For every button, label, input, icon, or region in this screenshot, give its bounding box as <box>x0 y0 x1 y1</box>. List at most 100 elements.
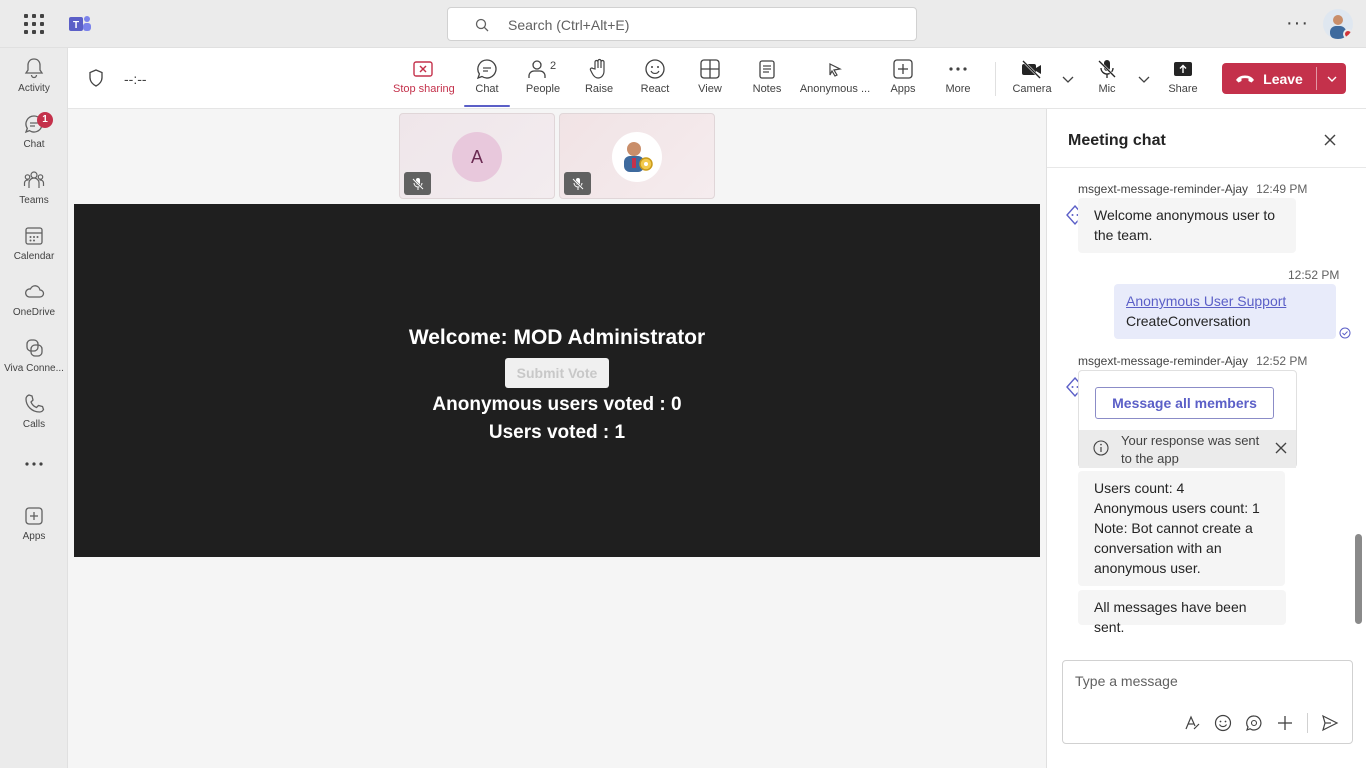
more-button[interactable]: More <box>942 58 974 104</box>
compose-actions <box>1183 713 1339 733</box>
rail-item-teams[interactable]: Teams <box>0 168 68 220</box>
rail-item-chat[interactable]: 1 Chat <box>0 112 68 164</box>
anonymous-count-text: Anonymous users count: 1 <box>1094 500 1260 516</box>
rail-item-viva[interactable]: Viva Conne... <box>0 336 68 388</box>
chat-scrollbar[interactable] <box>1355 534 1362 624</box>
calendar-icon <box>25 227 43 245</box>
toolbar-divider <box>995 62 996 96</box>
rail-item-activity[interactable]: Activity <box>0 56 68 108</box>
rail-item-onedrive[interactable]: OneDrive <box>0 280 68 332</box>
title-bar: T Search (Ctrl+Alt+E) ··· <box>0 0 1366 48</box>
mic-off-icon <box>1098 60 1116 78</box>
leave-button[interactable]: Leave <box>1222 63 1346 94</box>
cloud-icon <box>25 285 45 298</box>
shield-icon[interactable] <box>88 69 104 87</box>
svg-text:T: T <box>73 20 79 31</box>
close-icon[interactable] <box>1323 133 1337 147</box>
viva-icon <box>26 339 43 357</box>
format-icon[interactable] <box>1183 714 1201 732</box>
message-bubble: All messages have been sent. <box>1078 590 1286 635</box>
user-avatar[interactable] <box>1323 9 1353 39</box>
view-button[interactable]: View <box>695 58 725 104</box>
app-rail: Activity 1 Chat Teams Calendar OneDrive … <box>0 48 68 768</box>
apps-label: Apps <box>890 83 916 95</box>
message-bubble: Users count: 4 Anonymous users count: 1 … <box>1078 471 1285 586</box>
chevron-down-icon <box>1327 76 1337 82</box>
users-voted-text: Users voted : 1 <box>488 422 626 443</box>
meeting-chat-panel: Meeting chat msgext-message-reminder-Aja… <box>1046 109 1366 768</box>
mic-muted-icon <box>404 172 431 195</box>
raise-label: Raise <box>584 83 614 95</box>
attach-plus-icon[interactable] <box>1276 714 1294 732</box>
more-horizontal-icon <box>949 67 967 71</box>
people-button[interactable]: 2 People <box>523 58 563 104</box>
compose-divider <box>1307 713 1308 733</box>
participant-tile[interactable] <box>559 113 715 199</box>
rail-item-label: Chat <box>23 139 45 150</box>
anonymous-label: Anonymous ... <box>799 83 871 95</box>
more-label: More <box>945 83 971 95</box>
search-placeholder: Search (Ctrl+Alt+E) <box>508 17 630 33</box>
bell-icon <box>24 58 44 79</box>
participant-tile[interactable]: A <box>399 113 555 199</box>
notes-icon <box>759 60 775 79</box>
message-text: CreateConversation <box>1126 313 1251 329</box>
people-label: People <box>525 83 561 95</box>
rail-item-calls[interactable]: Calls <box>0 392 68 444</box>
send-icon[interactable] <box>1321 714 1339 732</box>
compose-box[interactable]: Type a message <box>1062 660 1353 744</box>
panel-title: Meeting chat <box>1068 132 1166 149</box>
submit-vote-button[interactable]: Submit Vote <box>505 358 609 388</box>
teams-icon <box>23 171 45 188</box>
search-input[interactable]: Search (Ctrl+Alt+E) <box>447 7 917 41</box>
rail-item-calendar[interactable]: Calendar <box>0 224 68 276</box>
message-time: 12:49 PM <box>1256 182 1308 196</box>
camera-button[interactable]: Camera <box>1012 58 1052 104</box>
rail-item-label: Teams <box>19 195 49 206</box>
react-button[interactable]: React <box>637 58 673 104</box>
apps-button[interactable]: Apps <box>888 58 918 104</box>
chat-button[interactable]: Chat <box>464 58 510 107</box>
raise-hand-button[interactable]: Raise <box>581 58 617 104</box>
rail-item-apps[interactable]: Apps <box>0 504 68 556</box>
loop-component-icon[interactable] <box>1245 714 1263 732</box>
mic-options-chevron-icon[interactable] <box>1137 72 1151 86</box>
hang-up-icon <box>1236 75 1255 82</box>
notes-button[interactable]: Notes <box>750 58 784 104</box>
camera-options-chevron-icon[interactable] <box>1061 72 1075 86</box>
anonymous-user-support-link[interactable]: Anonymous User Support <box>1126 293 1286 309</box>
info-icon <box>1093 440 1109 456</box>
meeting-timer: --:-- <box>124 71 147 87</box>
grid-view-icon <box>700 59 720 79</box>
emoji-icon[interactable] <box>1214 714 1232 732</box>
svg-text:2: 2 <box>550 60 556 72</box>
mic-label: Mic <box>1098 83 1116 95</box>
bot-note-text: Note: Bot cannot create a conversation w… <box>1094 520 1253 576</box>
settings-more-icon[interactable]: ··· <box>1286 12 1309 35</box>
leave-main[interactable]: Leave <box>1222 63 1316 94</box>
share-icon <box>1174 62 1192 76</box>
rail-item-label: Activity <box>18 83 50 94</box>
panel-divider <box>1047 167 1366 168</box>
stop-share-icon <box>413 61 433 77</box>
anonymous-app-button[interactable]: Anonymous ... <box>799 58 871 104</box>
message-time: 12:52 PM <box>1256 354 1308 368</box>
my-message-bubble: Anonymous User Support CreateConversatio… <box>1114 284 1336 339</box>
rail-more-apps[interactable] <box>0 452 68 504</box>
message-all-members-button[interactable]: Message all members <box>1095 387 1274 419</box>
phone-icon <box>25 394 45 413</box>
leave-options-button[interactable] <box>1318 63 1346 94</box>
search-icon <box>475 18 489 32</box>
share-label: Share <box>1168 83 1198 95</box>
stop-sharing-button[interactable]: Stop sharing <box>393 58 455 104</box>
app-icon <box>829 63 842 77</box>
dismiss-notice-icon[interactable] <box>1275 442 1287 454</box>
message-meta: msgext-message-reminder-Ajay 12:52 PM <box>1078 354 1307 368</box>
message-sender: msgext-message-reminder-Ajay <box>1078 182 1249 196</box>
app-launcher-icon[interactable] <box>22 12 46 36</box>
share-button[interactable]: Share <box>1167 58 1199 104</box>
mic-button[interactable]: Mic <box>1094 58 1120 104</box>
presence-busy-icon <box>1343 29 1353 39</box>
rail-item-label: Viva Conne... <box>4 363 64 374</box>
response-notice: Your response was sent to the app <box>1079 430 1296 468</box>
